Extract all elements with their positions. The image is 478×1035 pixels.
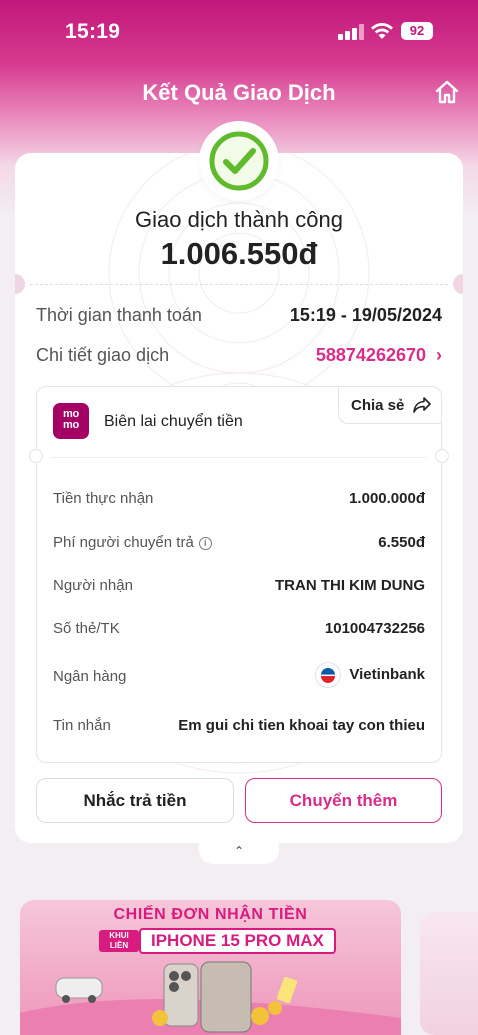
- tx-id[interactable]: 58874262670: [316, 345, 426, 365]
- transaction-status: Giao dịch thành công: [135, 207, 343, 232]
- transaction-amount: 1.006.550đ: [160, 236, 318, 271]
- promo-banner-next[interactable]: [420, 912, 478, 1035]
- row-bank-value: Vietinbank: [315, 662, 425, 688]
- share-button[interactable]: Chia sẻ: [338, 386, 442, 424]
- status-time: 15:19: [65, 20, 121, 43]
- banner-product: IPHONE 15 PRO MAX: [139, 928, 336, 954]
- chevron-up-icon: ⌃: [233, 844, 245, 858]
- tx-detail-link[interactable]: 58874262670 ›: [316, 345, 442, 366]
- row-received-value: 1.000.000đ: [349, 490, 425, 507]
- momo-logo-text-bottom: mo: [63, 419, 79, 431]
- remind-payment-button[interactable]: Nhắc trả tiền: [36, 778, 234, 823]
- info-icon[interactable]: i: [198, 537, 212, 550]
- row-message-label: Tin nhắn: [53, 717, 111, 734]
- row-fee-value: 6.550đ: [378, 534, 425, 551]
- divider: [30, 284, 448, 285]
- collapse-toggle[interactable]: ⌃: [199, 838, 279, 864]
- bank-name: Vietinbank: [349, 665, 425, 683]
- vietinbank-logo: [315, 662, 342, 688]
- banner-title: CHIẾN ĐƠN NHẬN TIỀN: [113, 906, 308, 923]
- banner-tag-line1: KHUI: [109, 931, 129, 940]
- share-label: Chia sẻ: [351, 397, 405, 414]
- success-badge: [199, 121, 279, 201]
- row-recipient-value: TRAN THI KIM DUNG: [275, 577, 425, 594]
- home-icon[interactable]: [434, 79, 460, 105]
- receipt-divider: [51, 457, 427, 458]
- banner-tag-line2: LIỀN: [109, 941, 129, 950]
- row-received-label: Tiền thực nhận: [53, 490, 154, 507]
- banner-tag: KHUI LIỀN: [99, 930, 139, 952]
- momo-logo: mo mo: [53, 403, 89, 439]
- receipt-card: mo mo Biên lai chuyển tiền Chia sẻ Tiền …: [29, 386, 449, 763]
- payment-time-value: 15:19 - 19/05/2024: [289, 305, 442, 325]
- tx-detail-label: Chi tiết giao dịch: [36, 345, 170, 365]
- receipt-title: Biên lai chuyển tiền: [104, 413, 243, 430]
- share-icon: [413, 397, 431, 413]
- battery-icon: 92: [401, 22, 433, 40]
- status-bar: 15:19 92: [0, 0, 478, 62]
- wifi-icon: [371, 23, 393, 39]
- row-message-value: Em gui chi tien khoai tay con thieu: [178, 717, 425, 734]
- receipt-notch-left: [29, 449, 43, 463]
- transfer-more-button[interactable]: Chuyển thêm: [245, 778, 442, 823]
- receipt-notch-right: [435, 449, 449, 463]
- row-account-label: Số thẻ/TK: [53, 620, 120, 637]
- payment-time-label: Thời gian thanh toán: [36, 305, 202, 325]
- chevron-right-icon: ›: [436, 345, 442, 365]
- banner-illustration: [20, 961, 401, 1035]
- row-fee-label-text: Phí người chuyển trả: [53, 534, 194, 551]
- row-bank-label: Ngân hàng: [53, 668, 127, 685]
- row-account-value: 101004732256: [324, 620, 425, 637]
- row-recipient-label: Người nhận: [53, 577, 133, 594]
- signal-icon: [338, 24, 364, 40]
- check-icon: [209, 131, 269, 191]
- page-title: Kết Quả Giao Dịch: [142, 80, 336, 105]
- row-fee-label: Phí người chuyển trả i: [53, 534, 212, 551]
- promo-banner[interactable]: CHIẾN ĐƠN NHẬN TIỀN KHUI LIỀN IPHONE 15 …: [20, 900, 401, 1035]
